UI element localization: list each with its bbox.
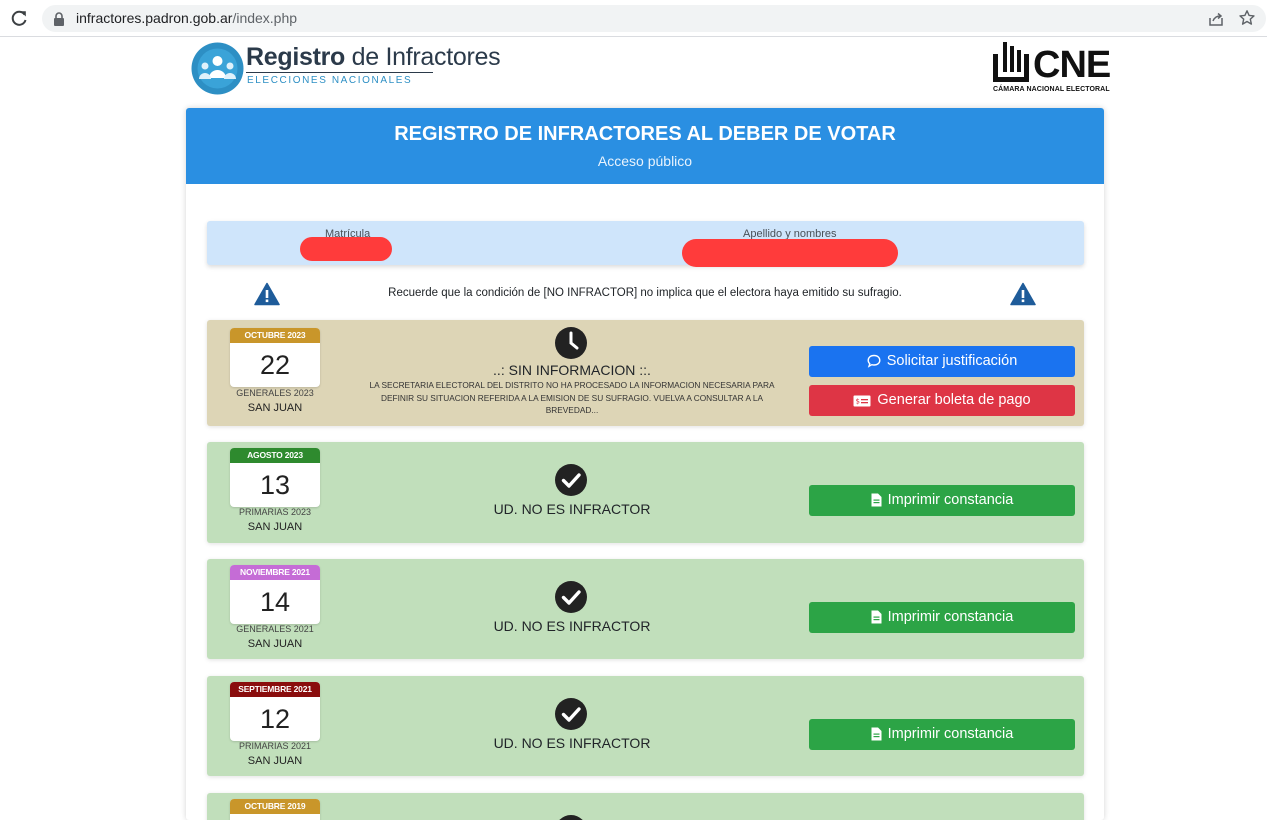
share-icon[interactable] <box>1207 10 1225 28</box>
file-icon <box>871 610 882 624</box>
check-circle-icon <box>555 581 587 613</box>
cne-wordmark: CNE <box>1033 44 1111 86</box>
election-district: SAN JUAN <box>247 402 303 414</box>
elector-info: Matrícula Apellido y nombres <box>207 221 1084 267</box>
solicitar-justificacion-label: Solicitar justificación <box>886 353 1018 369</box>
imprimir-constancia-label: Imprimir constancia <box>887 492 1014 508</box>
address-bar[interactable]: infractores.padron.gob.ar/index.php <box>42 5 1266 32</box>
status-description: LA SECRETARIA ELECTORAL DEL DISTRITO NO … <box>369 380 775 415</box>
election-type: PRIMARIAS 2021 <box>238 741 312 751</box>
status-title: UD. NO ES INFRACTOR <box>493 618 651 634</box>
status-title: UD. NO ES INFRACTOR <box>493 735 651 751</box>
infractores-card: REGISTRO DE INFRACTORES AL DEBER DE VOTA… <box>186 108 1104 820</box>
check-circle-icon <box>555 698 587 730</box>
generar-boleta-label: Generar boleta de pago <box>877 392 1031 408</box>
imprimir-constancia-button[interactable]: Imprimir constancia <box>809 719 1075 750</box>
clock-icon <box>555 327 587 359</box>
calendar-day: 13 <box>259 470 291 500</box>
chat-bubble-icon <box>867 354 881 368</box>
file-icon <box>871 727 882 741</box>
card-title: REGISTRO DE INFRACTORES AL DEBER DE VOTA… <box>394 123 896 145</box>
calendar-badge: NOVIEMBRE 2021 14 <box>230 565 320 624</box>
matricula-redaction <box>300 237 392 261</box>
calendar-badge: OCTUBRE 2023 22 <box>230 328 320 387</box>
calendar-month: SEPTIEMBRE 2021 <box>230 682 320 697</box>
election-row: OCTUBRE 2019 <box>207 793 1084 820</box>
imprimir-constancia-label: Imprimir constancia <box>887 726 1014 742</box>
cne-subtitle: CÁMARA NACIONAL ELECTORAL <box>993 86 1110 93</box>
status-title: ..: SIN INFORMACION ::. <box>493 362 651 378</box>
calendar-badge: AGOSTO 2023 13 <box>230 448 320 507</box>
election-row: AGOSTO 2023 13 PRIMARIAS 2023 SAN JUAN U… <box>207 442 1084 543</box>
election-type: GENERALES 2023 <box>236 388 314 398</box>
calendar-day: 22 <box>259 350 291 380</box>
browser-toolbar: infractores.padron.gob.ar/index.php <box>0 0 1267 37</box>
warning-triangle-icon <box>1010 282 1036 306</box>
election-row: SEPTIEMBRE 2021 12 PRIMARIAS 2021 SAN JU… <box>207 676 1084 776</box>
brand-subtitle: ELECCIONES NACIONALES <box>247 75 413 86</box>
lock-icon <box>54 12 64 26</box>
calendar-month: AGOSTO 2023 <box>230 448 320 463</box>
election-row: NOVIEMBRE 2021 14 GENERALES 2021 SAN JUA… <box>207 559 1084 659</box>
url-host: infractores.padron.gob.ar <box>76 10 233 26</box>
card-subtitle: Acceso público <box>597 153 693 169</box>
brand-title-light: de Infractores <box>345 43 501 71</box>
url-path: /index.php <box>232 10 298 26</box>
warning-text: Recuerde que la condición de [NO INFRACT… <box>388 287 902 299</box>
check-circle-icon <box>555 464 587 496</box>
file-icon <box>871 493 882 507</box>
imprimir-constancia-button[interactable]: Imprimir constancia <box>809 602 1075 633</box>
election-district: SAN JUAN <box>247 521 303 533</box>
banknote-icon: $ <box>853 395 871 407</box>
imprimir-constancia-button[interactable]: Imprimir constancia <box>809 485 1075 516</box>
calendar-badge: SEPTIEMBRE 2021 12 <box>230 682 320 741</box>
registro-logo-icon[interactable] <box>190 41 245 96</box>
brand-divider <box>246 72 433 73</box>
election-row: OCTUBRE 2023 22 GENERALES 2023 SAN JUAN … <box>207 320 1084 426</box>
calendar-day: 12 <box>259 704 291 734</box>
election-district: SAN JUAN <box>247 755 303 767</box>
calendar-month: OCTUBRE 2023 <box>230 328 320 343</box>
generar-boleta-button[interactable]: $ Generar boleta de pago <box>809 385 1075 416</box>
reload-icon[interactable] <box>9 8 29 28</box>
calendar-month: OCTUBRE 2019 <box>230 799 320 814</box>
url-text[interactable]: infractores.padron.gob.ar/index.php <box>76 10 297 26</box>
brand-title-bold: Registro <box>246 43 346 71</box>
check-circle-icon <box>559 815 583 820</box>
solicitar-justificacion-button[interactable]: Solicitar justificación <box>809 346 1075 377</box>
svg-text:$: $ <box>856 398 860 406</box>
imprimir-constancia-label: Imprimir constancia <box>887 609 1014 625</box>
bookmark-star-icon[interactable] <box>1238 9 1256 27</box>
calendar-badge: OCTUBRE 2019 <box>230 799 320 820</box>
calendar-month: NOVIEMBRE 2021 <box>230 565 320 580</box>
election-type: PRIMARIAS 2023 <box>238 507 312 517</box>
election-district: SAN JUAN <box>247 638 303 650</box>
name-redaction <box>682 239 898 267</box>
election-type: GENERALES 2021 <box>236 624 314 634</box>
status-title: UD. NO ES INFRACTOR <box>493 501 651 517</box>
brand-title: Registro de Infractores <box>246 43 501 72</box>
card-header: REGISTRO DE INFRACTORES AL DEBER DE VOTA… <box>186 108 1104 184</box>
calendar-day: 14 <box>259 587 291 617</box>
